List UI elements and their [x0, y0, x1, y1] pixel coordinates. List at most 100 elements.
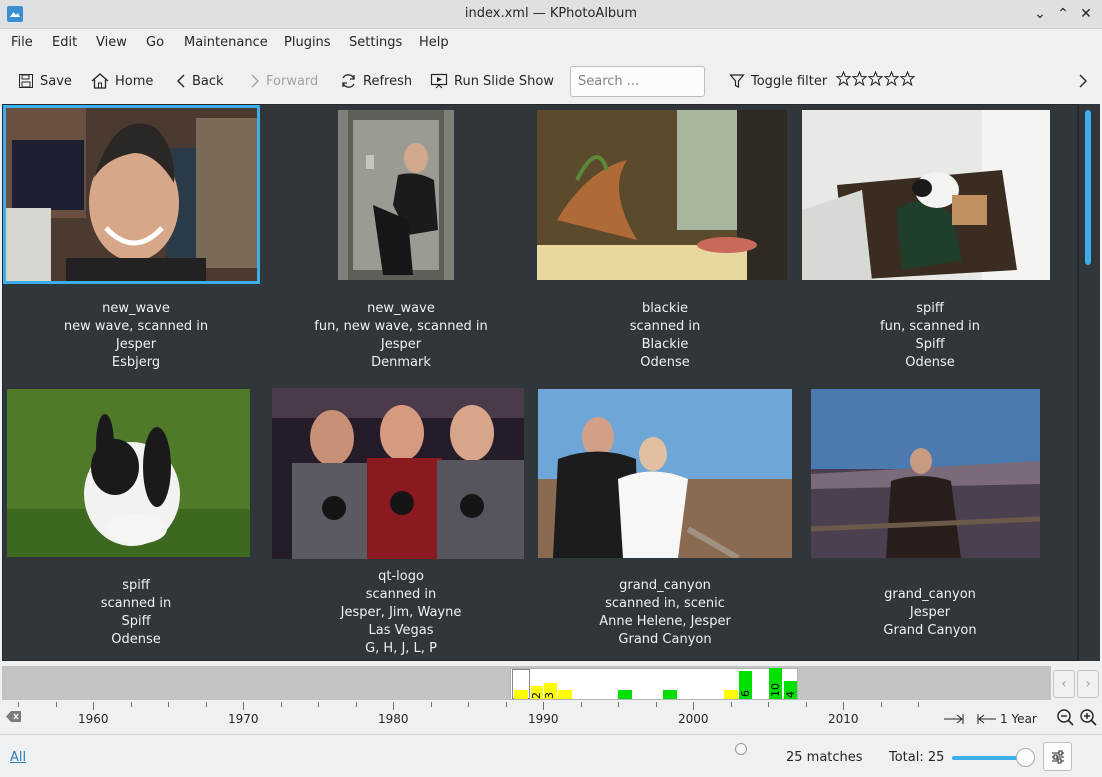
- timeline-prev-button[interactable]: ‹: [1053, 670, 1075, 698]
- slider-handle[interactable]: [1016, 748, 1035, 767]
- ruler-tick: [543, 702, 544, 710]
- timeline-next-button[interactable]: ›: [1077, 670, 1099, 698]
- timeline-bar: [663, 690, 677, 699]
- ruler-tick: [243, 702, 244, 710]
- menu-plugins[interactable]: Plugins: [284, 35, 331, 50]
- star-icon[interactable]: [836, 71, 851, 86]
- caption-people: Spiff: [121, 614, 151, 629]
- slideshow-label: Run Slide Show: [454, 73, 554, 89]
- search-input[interactable]: [570, 66, 705, 97]
- zoom-out-icon[interactable]: [1055, 707, 1075, 727]
- forward-button[interactable]: Forward: [250, 70, 318, 92]
- ruler-tick: [318, 702, 319, 707]
- window-title: index.xml — KPhotoAlbum: [464, 6, 638, 21]
- ruler-tick: [843, 702, 844, 710]
- timeline-bar-label: 3: [543, 692, 556, 699]
- ruler-tick: [768, 702, 769, 707]
- caption-people: Spiff: [915, 337, 945, 352]
- caption-title: grand_canyon: [619, 578, 711, 593]
- ruler-tick: [93, 702, 94, 710]
- ruler-tick: [393, 702, 394, 710]
- timeline-bar: [514, 690, 528, 699]
- caption-place: Odense: [640, 355, 690, 370]
- thumbnail-photo[interactable]: [7, 389, 250, 557]
- menu-file[interactable]: File: [11, 35, 33, 50]
- ruler-tick: [18, 702, 19, 707]
- caption-title: spiff: [916, 301, 944, 316]
- thumbnail-photo[interactable]: [3, 105, 260, 284]
- chevron-right-icon: [1079, 74, 1087, 88]
- menu-go[interactable]: Go: [146, 35, 164, 50]
- star-icon[interactable]: [900, 71, 915, 86]
- save-icon: [19, 74, 33, 88]
- timeline-bar-label: 2: [530, 692, 543, 699]
- ruler-tick: [280, 702, 282, 707]
- menu-maintenance[interactable]: Maintenance: [184, 35, 268, 50]
- caption-people: Jesper: [115, 337, 157, 352]
- run-slide-show-button[interactable]: Run Slide Show: [430, 70, 554, 92]
- thumbnail-photo[interactable]: [338, 110, 454, 280]
- year-label: 2000: [678, 712, 709, 726]
- scrollbar-handle[interactable]: [1085, 110, 1091, 265]
- thumbnail-photo[interactable]: [538, 389, 792, 558]
- total-count: Total: 25: [889, 750, 945, 765]
- chevron-up-icon[interactable]: ⌃: [1053, 4, 1073, 24]
- thumbnail-photo[interactable]: [802, 110, 1050, 280]
- star-icon[interactable]: [868, 71, 883, 86]
- thumbnail-photo[interactable]: [272, 388, 524, 559]
- caption-place: Odense: [905, 355, 955, 370]
- year-label: 2010: [828, 712, 859, 726]
- caption-place: Grand Canyon: [618, 632, 712, 647]
- thumbnail-size-slider[interactable]: [952, 756, 1024, 760]
- caption-people: Anne Helene, Jesper: [599, 614, 731, 629]
- caption-keywords: fun, new wave, scanned in: [314, 319, 488, 334]
- star-icon[interactable]: [884, 71, 899, 86]
- thumbnail-caption: grand_canyon Jesper Grand Canyon: [800, 586, 1060, 640]
- caption-title: grand_canyon: [884, 587, 976, 602]
- thumbnail-photo[interactable]: [537, 110, 787, 280]
- home-label: Home: [115, 73, 154, 89]
- menu-edit[interactable]: Edit: [52, 35, 77, 50]
- timeline-bar: [558, 690, 572, 699]
- home-icon: [91, 73, 109, 89]
- timeline-bar: [618, 690, 632, 699]
- ruler-tick: [655, 702, 657, 707]
- toolbar-overflow-button[interactable]: [1078, 70, 1088, 92]
- refresh-icon: [342, 74, 355, 88]
- year-label: 1970: [228, 712, 259, 726]
- rating-filter[interactable]: [836, 71, 915, 86]
- ruler-tick: [355, 702, 357, 707]
- zoom-in-icon[interactable]: [1078, 707, 1098, 727]
- home-button[interactable]: Home: [91, 70, 153, 92]
- caption-place: Denmark: [371, 355, 431, 370]
- thumbnail-caption: new_wave fun, new wave, scanned in Jespe…: [271, 300, 531, 372]
- chevron-right-icon: [251, 74, 259, 88]
- close-icon[interactable]: ✕: [1076, 4, 1096, 24]
- ruler-tick: [880, 702, 882, 707]
- save-button[interactable]: Save: [18, 70, 72, 92]
- menu-view[interactable]: View: [96, 35, 127, 50]
- caption-keywords: fun, scanned in: [880, 319, 980, 334]
- ruler-tick: [693, 702, 694, 710]
- all-link[interactable]: All: [10, 750, 26, 765]
- thumbnail-view[interactable]: new_wave new wave, scanned in Jesper Esb…: [2, 104, 1078, 661]
- star-icon[interactable]: [852, 71, 867, 86]
- ruler-tick: [618, 702, 619, 707]
- clear-selection-icon[interactable]: [6, 710, 22, 723]
- chevron-down-icon[interactable]: ⌄: [1030, 4, 1050, 24]
- caption-people: Jesper, Jim, Wayne: [340, 605, 462, 620]
- refresh-button[interactable]: Refresh: [340, 70, 412, 92]
- menu-settings[interactable]: Settings: [349, 35, 402, 50]
- toggle-filter-button[interactable]: Toggle filter: [729, 70, 827, 92]
- menu-help[interactable]: Help: [419, 35, 449, 50]
- caption-tokens: G, H, J, L, P: [365, 641, 437, 656]
- caption-place: Las Vegas: [368, 623, 434, 638]
- ruler-tick: [205, 702, 207, 707]
- thumbnail-photo[interactable]: [811, 389, 1040, 558]
- title-bar: index.xml — KPhotoAlbum ⌄ ⌃ ✕: [0, 0, 1102, 29]
- caption-people: Jesper: [380, 337, 422, 352]
- back-button[interactable]: Back: [176, 70, 224, 92]
- year-label: 1980: [378, 712, 409, 726]
- view-settings-button[interactable]: [1043, 742, 1072, 771]
- caption-keywords: scanned in: [365, 587, 437, 602]
